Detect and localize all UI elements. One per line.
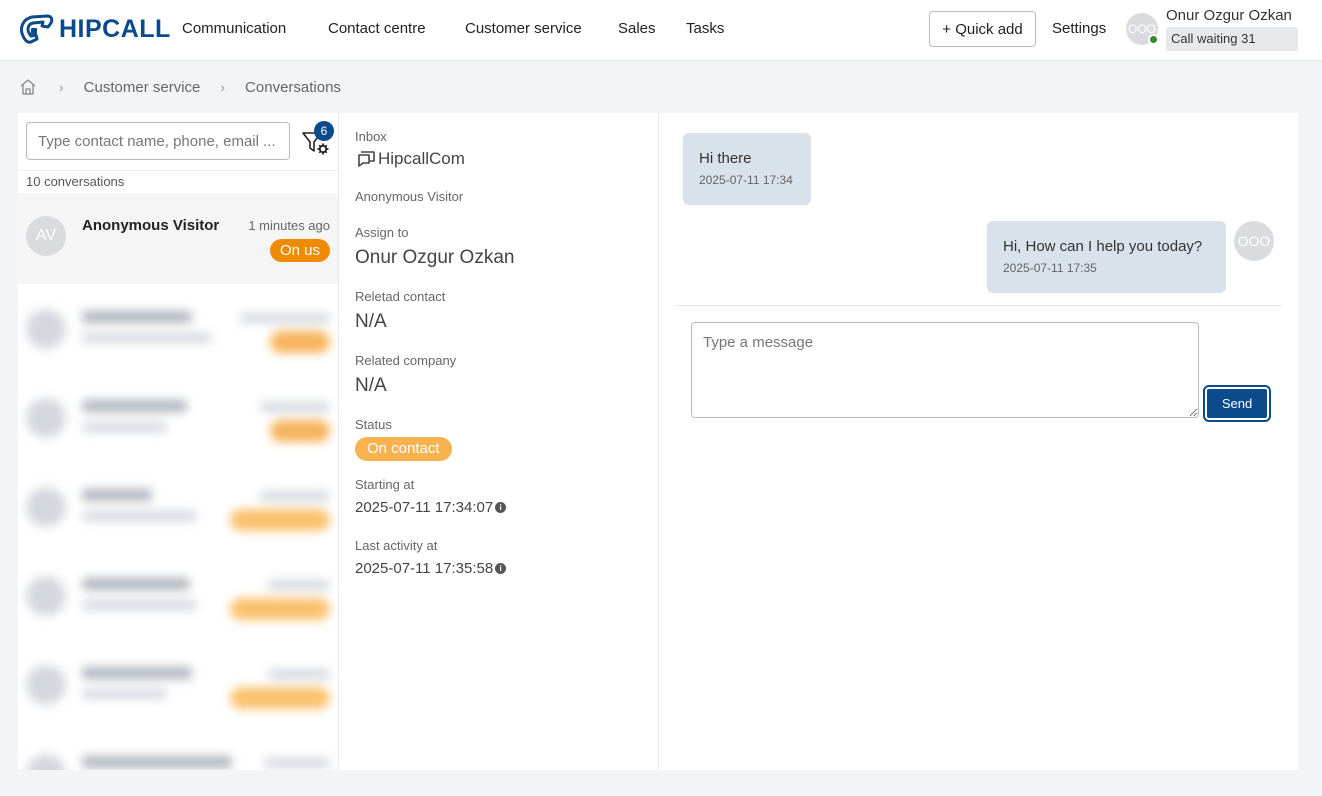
home-icon[interactable] <box>19 78 37 96</box>
conversation-count: 10 conversations <box>18 170 338 195</box>
online-status-dot <box>1148 34 1159 45</box>
message-time: 2025-07-11 17:35 <box>1003 261 1097 275</box>
agent-avatar: OOO <box>1234 221 1274 261</box>
related-company-value: N/A <box>355 375 387 396</box>
nav-customer-service[interactable]: Customer service <box>465 20 582 37</box>
related-company-label: Related company <box>355 353 457 368</box>
starting-at-label: Starting at <box>355 477 415 492</box>
nav-sales[interactable]: Sales <box>618 20 656 37</box>
chevron-right-icon: › <box>59 79 64 95</box>
breadcrumb-conversations: Conversations <box>245 78 341 96</box>
filter-count-badge: 6 <box>314 121 334 141</box>
inbox-label: Inbox <box>355 129 387 144</box>
quick-add-button[interactable]: + Quick add <box>929 11 1036 47</box>
conversation-item-blurred[interactable] <box>18 730 338 770</box>
related-contact-label: Reletad contact <box>355 289 446 304</box>
user-name[interactable]: Onur Ozgur Ozkan <box>1166 7 1292 24</box>
chat-bubbles-icon <box>358 151 375 167</box>
brand-name: HIPCALL <box>59 14 171 43</box>
status-label: Status <box>355 417 392 432</box>
assignee-value[interactable]: Onur Ozgur Ozkan <box>355 247 514 269</box>
phone-logo-icon <box>19 14 54 44</box>
info-icon[interactable]: i <box>495 502 507 513</box>
info-icon[interactable]: i <box>495 563 507 574</box>
conversation-item-blurred[interactable] <box>18 374 338 462</box>
message-text: Hi there <box>699 150 752 167</box>
conversation-item-blurred[interactable] <box>18 641 338 729</box>
starting-at-value: 2025-07-11 17:34:07 i <box>355 499 507 516</box>
conversation-details-panel: Inbox HipcallCom Anonymous Visitor Assig… <box>339 113 659 770</box>
conversation-list-panel: 6 10 conversations AV Anonymous Visitor … <box>18 113 339 770</box>
settings-link[interactable]: Settings <box>1052 20 1106 37</box>
message-incoming: Hi there 2025-07-11 17:34 <box>683 133 811 205</box>
contact-avatar: AV <box>26 216 66 256</box>
chevron-right-icon: › <box>220 79 226 95</box>
conversation-item-blurred[interactable] <box>18 285 338 373</box>
message-input[interactable] <box>691 322 1199 418</box>
starting-at-text: 2025-07-11 17:34:07 <box>355 499 494 516</box>
chat-panel: Hi there 2025-07-11 17:34 Hi, How can I … <box>659 113 1298 770</box>
conversation-item-blurred[interactable] <box>18 552 338 640</box>
last-activity-label: Last activity at <box>355 538 438 553</box>
top-bar: HIPCALL Communication Contact centre Cus… <box>0 0 1322 61</box>
conversation-item-blurred[interactable] <box>18 463 338 551</box>
ownership-badge: On us <box>269 239 330 262</box>
visitor-label: Anonymous Visitor <box>355 189 464 204</box>
related-contact-value: N/A <box>355 311 387 332</box>
divider <box>675 305 1282 306</box>
last-activity-value: 2025-07-11 17:35:58 i <box>355 560 507 577</box>
inbox-value: HipcallCom <box>355 149 465 169</box>
contact-name: Anonymous Visitor <box>82 217 220 234</box>
conversation-time: 1 minutes ago <box>248 218 330 233</box>
last-activity-text: 2025-07-11 17:35:58 <box>355 560 494 577</box>
assign-label: Assign to <box>355 225 409 240</box>
conversation-item-active[interactable]: AV Anonymous Visitor 1 minutes ago On us <box>18 196 338 284</box>
nav-tasks[interactable]: Tasks <box>686 20 724 37</box>
status-badge: On contact <box>355 437 452 461</box>
inbox-name: HipcallCom <box>378 149 465 168</box>
breadcrumb-customer-service[interactable]: Customer service <box>84 79 201 96</box>
nav-communication[interactable]: Communication <box>182 20 286 37</box>
message-outgoing: Hi, How can I help you today? 2025-07-11… <box>987 221 1226 293</box>
breadcrumb: › Customer service › Conversations <box>19 77 341 97</box>
message-text: Hi, How can I help you today? <box>1003 238 1203 255</box>
nav-contact-centre[interactable]: Contact centre <box>328 20 426 37</box>
call-waiting-indicator: Call waiting 31 <box>1166 27 1298 51</box>
message-time: 2025-07-11 17:34 <box>699 173 793 187</box>
conversation-search-input[interactable] <box>26 122 290 160</box>
hipcall-logo[interactable]: HIPCALL <box>17 14 171 44</box>
send-button[interactable]: Send <box>1203 385 1271 422</box>
